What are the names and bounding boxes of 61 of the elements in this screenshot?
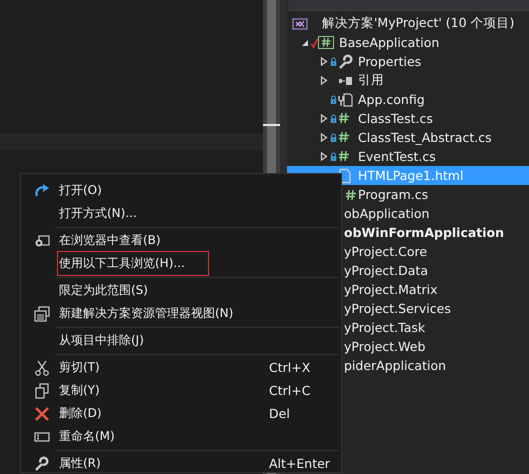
menu-item-label: 打开方式(N)... — [59, 205, 137, 222]
config-file-icon — [337, 92, 353, 108]
tree-item[interactable]: BaseApplication — [287, 33, 529, 52]
solution-icon — [292, 16, 308, 32]
menu-item[interactable]: 剪切(T) Ctrl+X — [23, 356, 339, 379]
menu-item-label: 属性(R) — [59, 455, 101, 472]
check-icon — [311, 38, 318, 48]
search-field[interactable] — [288, 0, 529, 11]
redo-arrow-icon — [34, 182, 50, 198]
lock-icon — [330, 112, 337, 124]
collapsed-arrow-icon — [320, 152, 328, 161]
shortcut-label: Del — [269, 406, 291, 421]
menu-item-label: 从项目中排除(J) — [59, 332, 144, 349]
collapsed-arrow-icon — [320, 57, 328, 66]
shortcut-label: Ctrl+X — [269, 360, 312, 375]
scroll-marker — [263, 124, 280, 126]
menu-item[interactable]: 属性(R) Alt+Enter — [23, 452, 339, 474]
copy-icon — [34, 382, 50, 398]
menu-item[interactable]: 在浏览器中查看(B) — [23, 229, 339, 252]
wrench-icon — [34, 456, 50, 472]
menu-item[interactable]: 复制(Y) Ctrl+C — [23, 379, 339, 402]
menu-item[interactable]: 删除(D) Del — [23, 402, 339, 425]
collapsed-arrow-icon — [320, 114, 328, 123]
menu-item-label: 打开(O) — [59, 182, 102, 199]
menu-item-label: 复制(Y) — [59, 382, 100, 399]
wrench-icon — [337, 54, 353, 70]
expanded-arrow-icon — [301, 38, 309, 46]
tree-item[interactable]: Properties — [287, 52, 529, 71]
csharp-project-icon — [318, 34, 334, 50]
menu-item[interactable]: 限定为此范围(S) — [23, 279, 339, 302]
menu-item[interactable]: 从项目中排除(J) — [23, 329, 339, 352]
menu-item-label: 限定为此范围(S) — [59, 282, 148, 299]
new-window-icon — [34, 306, 50, 322]
shortcut-label: Alt+Enter — [269, 456, 331, 471]
collapsed-arrow-icon — [320, 76, 328, 85]
tree-item[interactable]: EventTest.cs — [287, 147, 529, 166]
collapsed-arrow-icon — [320, 133, 328, 142]
lock-icon — [330, 94, 337, 106]
menu-item-label: 删除(D) — [59, 405, 102, 422]
menu-item[interactable]: 新建解决方案资源管理器视图(N) — [23, 302, 339, 325]
menu-item[interactable]: 打开方式(N)... — [23, 202, 339, 225]
lock-icon — [330, 132, 337, 144]
tree-item[interactable]: ClassTest.cs — [287, 109, 529, 128]
menu-item-label: 使用以下工具浏览(H)... — [59, 255, 185, 272]
tree-item[interactable]: 引用 — [287, 71, 529, 90]
browser-view-icon — [34, 232, 50, 248]
menu-item-label: 重命名(M) — [59, 428, 115, 445]
menu-item-label: 新建解决方案资源管理器视图(N) — [59, 305, 234, 322]
scissors-icon — [34, 360, 50, 376]
menu-item[interactable]: 使用以下工具浏览(H)... — [23, 252, 339, 275]
tree-item[interactable]: App.config — [287, 90, 529, 109]
hash-icon — [344, 188, 358, 202]
menu-item[interactable]: 重命名(M) — [23, 425, 339, 448]
shortcut-label: Ctrl+C — [269, 383, 312, 398]
lock-icon — [330, 150, 337, 162]
delete-x-icon — [34, 406, 50, 422]
menu-item-label: 在浏览器中查看(B) — [59, 232, 161, 249]
menu-item-label: 剪切(T) — [59, 359, 100, 376]
lock-icon — [330, 56, 337, 68]
tree-item[interactable]: ClassTest_Abstract.cs — [287, 128, 529, 147]
tree-item[interactable]: 解决方案'MyProject' (10 个项目) — [287, 14, 529, 33]
